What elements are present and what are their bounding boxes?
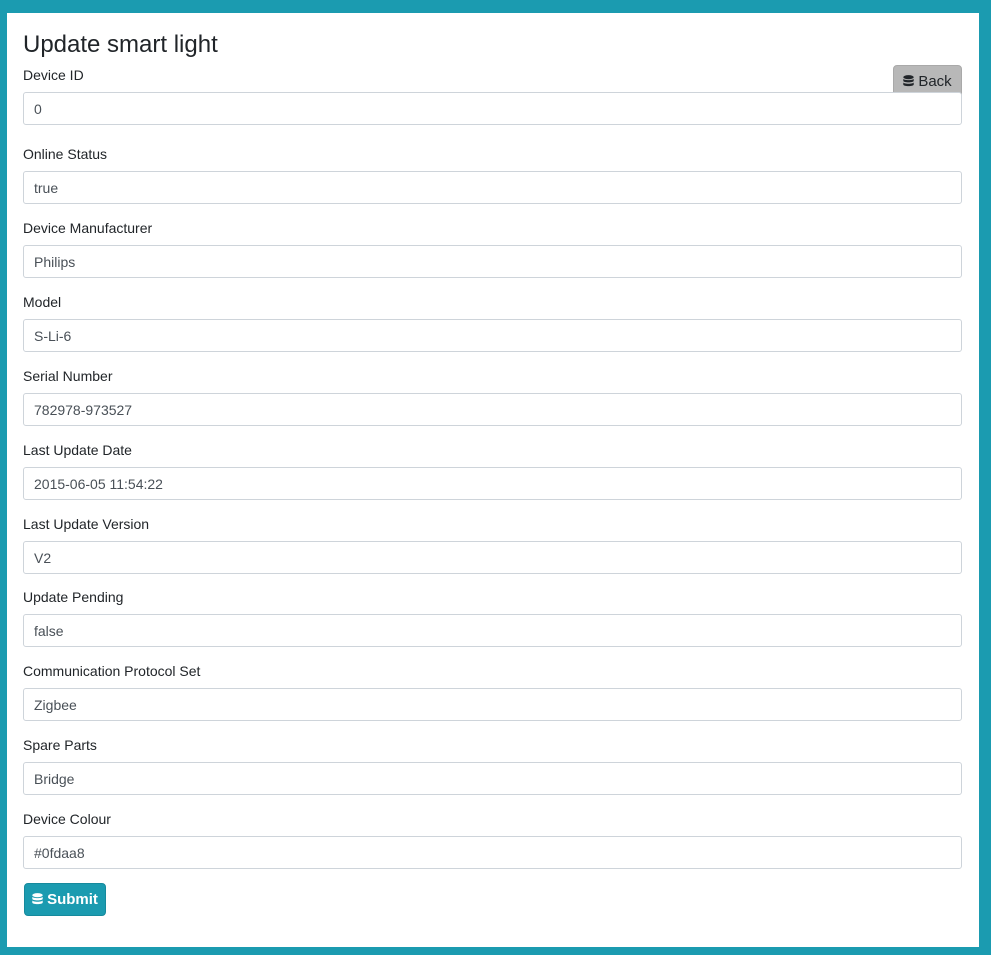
online-status-label: Online Status <box>23 146 108 162</box>
update-pending-input[interactable] <box>23 614 962 647</box>
device-colour-input[interactable] <box>23 836 962 869</box>
field-device-manufacturer: Device Manufacturer <box>23 220 962 278</box>
online-status-input[interactable] <box>23 171 962 204</box>
field-update-pending: Update Pending <box>23 589 962 647</box>
field-communication-protocol-set: Communication Protocol Set <box>23 663 962 721</box>
communication-protocol-set-label: Communication Protocol Set <box>23 663 201 679</box>
submit-button[interactable]: Submit <box>24 883 106 916</box>
field-model: Model <box>23 294 962 352</box>
device-id-input[interactable] <box>23 92 962 125</box>
model-input[interactable] <box>23 319 962 352</box>
submit-button-label: Submit <box>47 891 98 908</box>
field-online-status: Online Status <box>23 146 962 204</box>
field-spare-parts: Spare Parts <box>23 737 962 795</box>
device-id-label: Device ID <box>23 67 84 83</box>
page-title: Update smart light <box>23 31 218 58</box>
last-update-version-input[interactable] <box>23 541 962 574</box>
field-device-id: Device ID <box>23 67 962 125</box>
field-last-update-version: Last Update Version <box>23 516 962 574</box>
update-pending-label: Update Pending <box>23 589 124 605</box>
serial-number-input[interactable] <box>23 393 962 426</box>
model-label: Model <box>23 294 62 310</box>
device-manufacturer-input[interactable] <box>23 245 962 278</box>
field-device-colour: Device Colour <box>23 811 962 869</box>
last-update-version-label: Last Update Version <box>23 516 150 532</box>
form-card: Update smart light Back Device ID Online… <box>7 13 979 947</box>
spare-parts-input[interactable] <box>23 762 962 795</box>
device-manufacturer-label: Device Manufacturer <box>23 220 153 236</box>
last-update-date-input[interactable] <box>23 467 962 500</box>
last-update-date-label: Last Update Date <box>23 442 132 458</box>
spare-parts-label: Spare Parts <box>23 737 97 753</box>
field-last-update-date: Last Update Date <box>23 442 962 500</box>
field-serial-number: Serial Number <box>23 368 962 426</box>
serial-number-label: Serial Number <box>23 368 113 384</box>
device-colour-label: Device Colour <box>23 811 111 827</box>
database-icon <box>32 893 43 906</box>
communication-protocol-set-input[interactable] <box>23 688 962 721</box>
